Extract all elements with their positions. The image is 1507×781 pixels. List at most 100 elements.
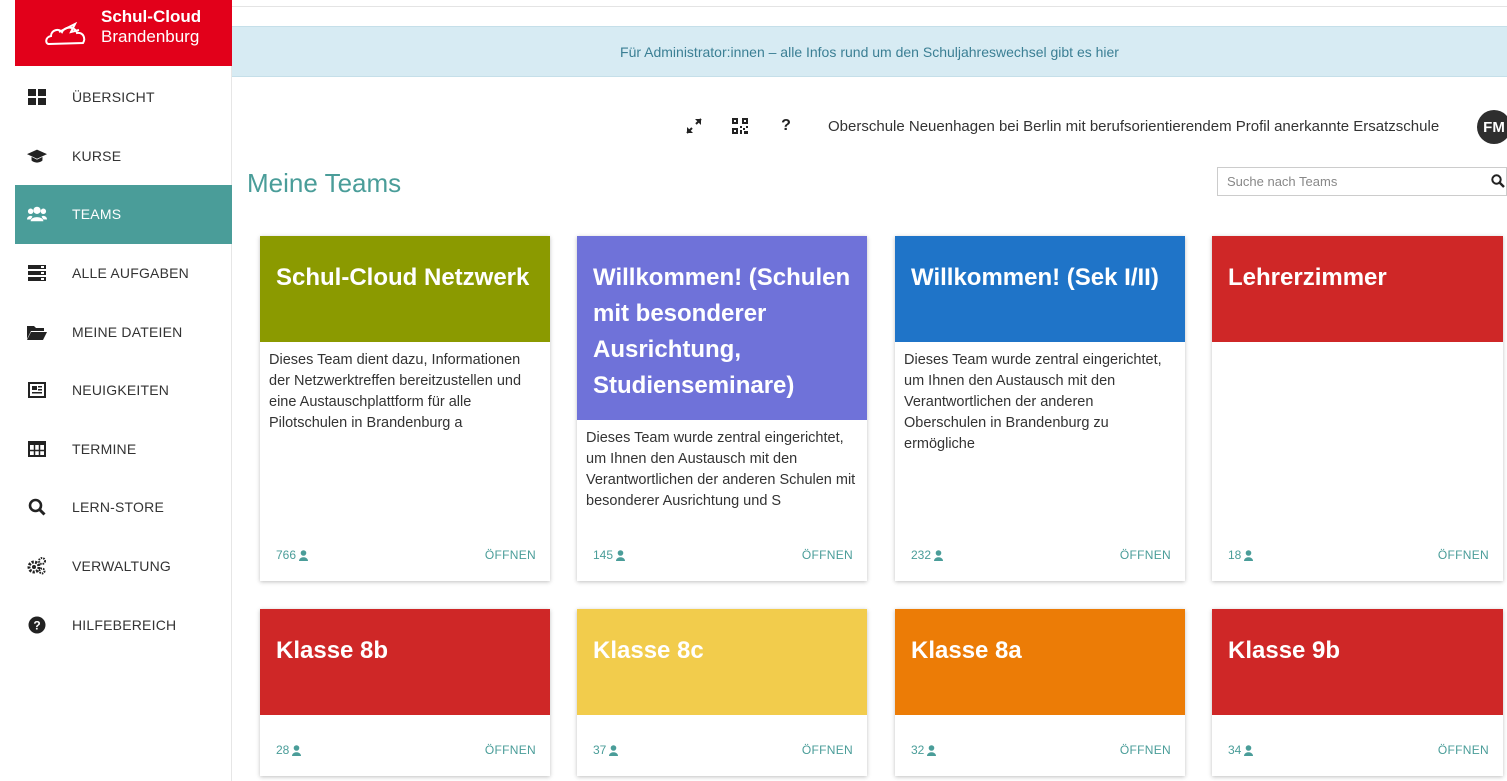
team-title: Klasse 8c: [593, 637, 704, 664]
sidebar-item-neuigkeiten[interactable]: NEUIGKEITEN: [15, 361, 232, 420]
avatar[interactable]: FM: [1477, 110, 1507, 144]
team-card[interactable]: Lehrerzimmer 18 ÖFFNEN: [1212, 236, 1503, 581]
sidebar-item-label: ÜBERSICHT: [72, 89, 155, 106]
search-icon: [27, 497, 47, 517]
team-card-footer: 766 ÖFFNEN: [260, 529, 550, 581]
team-card-header: Willkommen! (Sek I/II): [895, 236, 1185, 342]
team-card[interactable]: Schul-Cloud Netzwerk Dieses Team dient d…: [260, 236, 550, 581]
sidebar-item-alle-aufgaben[interactable]: ALLE AUFGABEN: [15, 244, 232, 303]
sidebar-item-label: KURSE: [72, 147, 122, 164]
sidebar-item-lern-store[interactable]: LERN-STORE: [15, 478, 232, 537]
team-title: Willkommen! (Schulen mit besonderer Ausr…: [593, 264, 851, 399]
member-count-value: 28: [276, 743, 290, 757]
member-count: 28: [276, 743, 302, 757]
sidebar-item-meine-dateien[interactable]: MEINE DATEIEN: [15, 302, 232, 361]
member-count-value: 232: [911, 548, 932, 562]
open-button[interactable]: ÖFFNEN: [1120, 743, 1171, 757]
user-icon: [609, 744, 619, 756]
member-count-value: 32: [911, 743, 925, 757]
user-icon: [1244, 744, 1254, 756]
user-icon: [927, 744, 937, 756]
sidebar-item-hilfebereich[interactable]: ? HILFEBEREICH: [15, 595, 232, 654]
member-count: 34: [1228, 743, 1254, 757]
cloud-logo-icon: [45, 22, 86, 46]
sidebar-nav: ÜBERSICHT KURSE TEAMS ALLE AUFGABEN MEIN…: [0, 68, 232, 654]
sidebar-item-kurse[interactable]: KURSE: [15, 127, 232, 186]
fullscreen-icon[interactable]: [680, 117, 708, 135]
team-card[interactable]: Klasse 9b 34 ÖFFNEN: [1212, 609, 1503, 776]
sidebar-item-label: MEINE DATEIEN: [72, 323, 183, 340]
team-card-header: Klasse 8a: [895, 609, 1185, 715]
member-count: 232: [911, 548, 944, 562]
sidebar-item-label: HILFEBEREICH: [72, 616, 177, 633]
search-button[interactable]: [1491, 174, 1505, 193]
team-title: Klasse 9b: [1228, 637, 1341, 664]
help-icon[interactable]: ?: [772, 117, 800, 135]
brand-logo[interactable]: Schul-Cloud Brandenburg: [15, 0, 232, 66]
member-count-value: 766: [276, 548, 297, 562]
team-description: Dieses Team wurde zentral eingerichtet, …: [586, 430, 856, 509]
team-card-header: Klasse 9b: [1212, 609, 1503, 715]
qr-code-icon[interactable]: [726, 118, 754, 134]
team-card-header: Klasse 8b: [260, 609, 550, 715]
brand-line2: Brandenburg: [101, 27, 200, 46]
newspaper-icon: [27, 380, 47, 400]
sidebar-item-label: VERWALTUNG: [72, 558, 171, 575]
user-icon: [616, 549, 626, 561]
tasks-icon: [27, 263, 47, 283]
open-button[interactable]: ÖFFNEN: [1438, 548, 1489, 562]
team-card-footer: 32 ÖFFNEN: [895, 724, 1185, 776]
open-button[interactable]: ÖFFNEN: [802, 548, 853, 562]
folder-icon: [27, 322, 47, 342]
open-button[interactable]: ÖFFNEN: [1438, 743, 1489, 757]
banner-link[interactable]: rund um den Schuljahreswechsel gibt es h…: [840, 44, 1119, 60]
member-count: 766: [276, 548, 309, 562]
sidebar-item-uebersicht[interactable]: ÜBERSICHT: [15, 68, 232, 127]
team-card-header: Klasse 8c: [577, 609, 867, 715]
team-card[interactable]: Klasse 8a 32 ÖFFNEN: [895, 609, 1185, 776]
member-count: 37: [593, 743, 619, 757]
team-card-header: Schul-Cloud Netzwerk: [260, 236, 550, 342]
team-card[interactable]: Willkommen! (Sek I/II) Dieses Team wurde…: [895, 236, 1185, 581]
sidebar-item-label: TERMINE: [72, 440, 137, 457]
team-description: [1212, 342, 1503, 350]
team-card[interactable]: Klasse 8c 37 ÖFFNEN: [577, 609, 867, 776]
open-button[interactable]: ÖFFNEN: [1120, 548, 1171, 562]
svg-text:?: ?: [33, 618, 40, 632]
team-title: Klasse 8a: [911, 637, 1022, 664]
team-description: Dieses Team dient dazu, Informationen de…: [269, 352, 522, 431]
open-button[interactable]: ÖFFNEN: [485, 743, 536, 757]
team-card-footer: 18 ÖFFNEN: [1212, 529, 1503, 581]
member-count: 145: [593, 548, 626, 562]
sidebar-item-label: ALLE AUFGABEN: [72, 265, 189, 282]
team-card[interactable]: Klasse 8b 28 ÖFFNEN: [260, 609, 550, 776]
topbar: ? Oberschule Neuenhagen bei Berlin mit b…: [680, 108, 1439, 144]
search-input[interactable]: [1218, 168, 1478, 195]
sidebar-item-teams[interactable]: TEAMS: [15, 185, 232, 244]
help-circle-icon: ?: [27, 615, 47, 635]
member-count-value: 18: [1228, 548, 1242, 562]
member-count-value: 37: [593, 743, 607, 757]
team-search: [1217, 167, 1507, 196]
school-name[interactable]: Oberschule Neuenhagen bei Berlin mit ber…: [828, 118, 1439, 135]
team-description: Dieses Team wurde zentral eingerichtet, …: [904, 352, 1162, 452]
top-divider: [232, 6, 1507, 7]
team-card-footer: 232 ÖFFNEN: [895, 529, 1185, 581]
team-card-header: Lehrerzimmer: [1212, 236, 1503, 342]
member-count: 18: [1228, 548, 1254, 562]
brand-line1: Schul-Cloud: [101, 7, 202, 26]
page-title: Meine Teams: [247, 168, 402, 198]
team-title: Klasse 8b: [276, 637, 389, 664]
calendar-table-icon: [27, 439, 47, 459]
brand-name: Schul-Cloud Brandenburg: [101, 7, 201, 47]
team-card-footer: 37 ÖFFNEN: [577, 724, 867, 776]
user-icon: [1244, 549, 1254, 561]
sidebar-item-verwaltung[interactable]: VERWALTUNG: [15, 537, 232, 596]
info-banner: Für Administrator:innen – alle Infos run…: [232, 26, 1507, 77]
sidebar-item-termine[interactable]: TERMINE: [15, 420, 232, 479]
graduation-cap-icon: [27, 146, 47, 166]
open-button[interactable]: ÖFFNEN: [802, 743, 853, 757]
team-card[interactable]: Willkommen! (Schulen mit besonderer Ausr…: [577, 236, 867, 581]
open-button[interactable]: ÖFFNEN: [485, 548, 536, 562]
search-icon: [1491, 174, 1505, 188]
